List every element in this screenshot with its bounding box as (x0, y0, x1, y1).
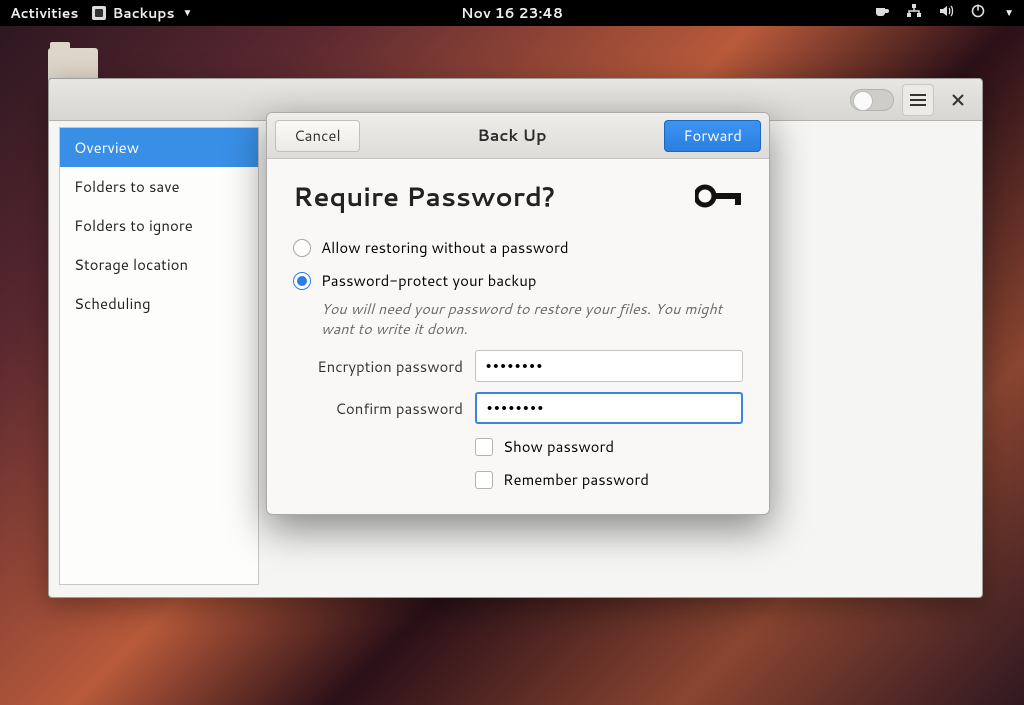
sidebar-item-scheduling[interactable]: Scheduling (60, 284, 258, 323)
hamburger-menu-button[interactable] (902, 84, 934, 116)
sidebar-item-folders-to-save[interactable]: Folders to save (60, 167, 258, 206)
caffeine-icon[interactable] (874, 3, 890, 24)
clock[interactable]: Nov 16 23:48 (461, 3, 563, 23)
password-hint-text: You will need your password to restore y… (321, 299, 741, 338)
hamburger-icon (910, 93, 926, 107)
option-allow-restoring[interactable]: Allow restoring without a password (293, 237, 743, 258)
encryption-password-label: Encryption password (293, 356, 463, 377)
power-icon[interactable] (970, 3, 986, 24)
system-menu-chevron-icon[interactable]: ▼ (1004, 6, 1014, 20)
confirm-password-input[interactable] (475, 392, 743, 424)
encryption-password-input[interactable] (475, 350, 743, 382)
forward-button[interactable]: Forward (664, 120, 761, 152)
gnome-top-bar: Activities Backups ▼ Nov 16 23:48 ▼ (0, 0, 1024, 26)
dialog-header: Cancel Back Up Forward (267, 113, 769, 159)
activities-button[interactable]: Activities (10, 3, 78, 23)
automatic-backup-toggle[interactable] (850, 89, 894, 111)
preferences-sidebar: Overview Folders to save Folders to igno… (59, 127, 259, 585)
radio-unchecked-icon (293, 239, 311, 257)
remember-password-label: Remember password (503, 469, 649, 490)
show-password-checkbox[interactable]: Show password (475, 436, 743, 457)
backup-password-dialog: Cancel Back Up Forward Require Password?… (266, 112, 770, 515)
checkbox-unchecked-icon (475, 471, 493, 489)
option-allow-label: Allow restoring without a password (321, 237, 569, 258)
sidebar-item-storage-location[interactable]: Storage location (60, 245, 258, 284)
volume-icon[interactable] (938, 3, 954, 24)
radio-checked-icon (293, 272, 311, 290)
remember-password-checkbox[interactable]: Remember password (475, 469, 743, 490)
option-password-protect[interactable]: Password-protect your backup (293, 270, 743, 291)
network-icon[interactable] (906, 3, 922, 24)
chevron-down-icon: ▼ (183, 6, 193, 20)
dialog-heading: Require Password? (293, 179, 555, 215)
option-protect-label: Password-protect your backup (321, 270, 537, 291)
sidebar-item-overview[interactable]: Overview (60, 128, 258, 167)
app-menu-label: Backups (112, 3, 174, 23)
window-close-button[interactable] (942, 84, 974, 116)
app-menu[interactable]: Backups ▼ (92, 3, 192, 23)
backups-app-icon (92, 6, 106, 20)
sidebar-item-folders-to-ignore[interactable]: Folders to ignore (60, 206, 258, 245)
show-password-label: Show password (503, 436, 614, 457)
cancel-button[interactable]: Cancel (275, 120, 360, 152)
close-icon (951, 93, 965, 107)
confirm-password-label: Confirm password (293, 398, 463, 419)
dialog-title: Back Up (477, 124, 546, 147)
key-icon (695, 180, 743, 214)
checkbox-unchecked-icon (475, 438, 493, 456)
